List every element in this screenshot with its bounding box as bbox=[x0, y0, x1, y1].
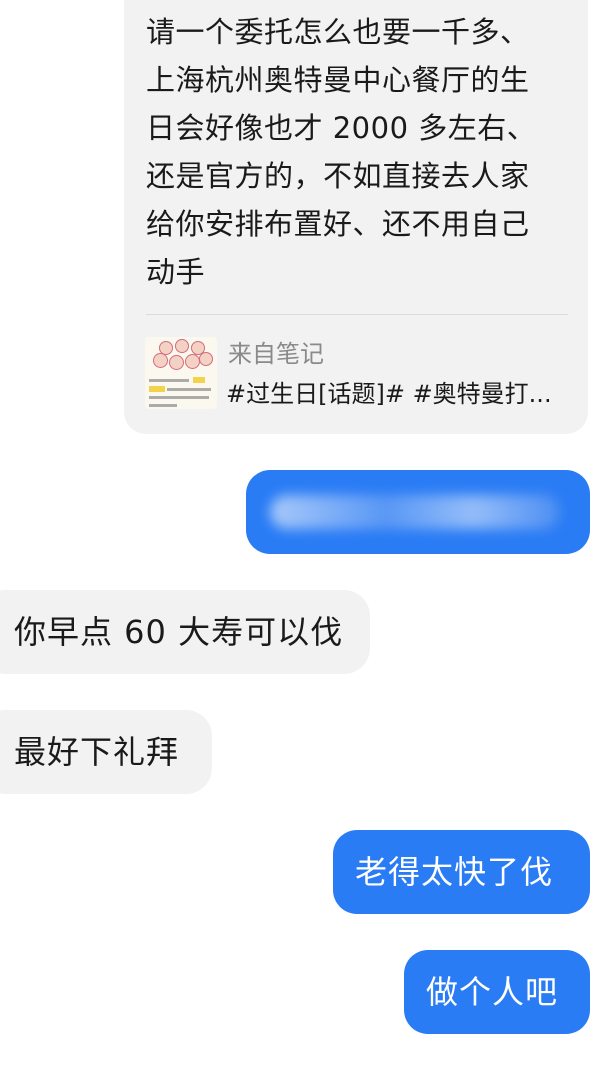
sent-message[interactable]: 老得太快了伐 bbox=[333, 830, 590, 914]
received-note-text: 请一个委托怎么也要一千多、 上海杭州奥特曼中心餐厅的生 日会好像也才 2000 … bbox=[146, 15, 537, 289]
note-divider bbox=[146, 314, 568, 315]
received-message[interactable]: 最好下礼拜 bbox=[0, 710, 212, 794]
note-thumbnail-image[interactable] bbox=[145, 337, 217, 409]
received-message[interactable]: 你早点 60 大寿可以伐 bbox=[0, 590, 370, 674]
received-message-text: 你早点 60 大寿可以伐 bbox=[14, 613, 344, 651]
sent-message-text: 做个人吧 bbox=[426, 973, 559, 1011]
blurred-text-redaction bbox=[270, 495, 560, 529]
chat-conversation: 请一个委托怎么也要一千多、 上海杭州奥特曼中心餐厅的生 日会好像也才 2000 … bbox=[0, 0, 604, 1080]
received-message-text: 最好下礼拜 bbox=[14, 733, 180, 771]
sent-message-text: 老得太快了伐 bbox=[355, 853, 554, 891]
note-title[interactable]: #过生日[话题]# #奥特曼打... bbox=[226, 376, 570, 412]
note-source-label: 来自笔记 bbox=[228, 340, 324, 368]
sent-message[interactable]: 做个人吧 bbox=[404, 950, 590, 1034]
